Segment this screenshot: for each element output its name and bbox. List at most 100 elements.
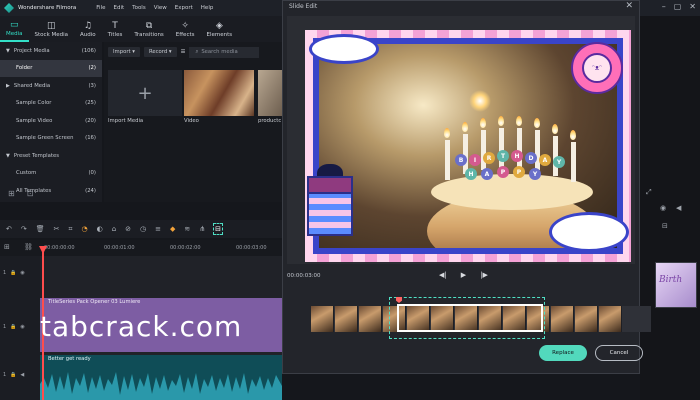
speaker-icon[interactable]: ◀: [20, 372, 24, 378]
menu-file[interactable]: File: [96, 5, 105, 11]
sidebar-item-sample-color[interactable]: Sample Color (25): [0, 95, 102, 113]
minimize-icon[interactable]: –: [662, 2, 666, 11]
import-media-tile[interactable]: +: [108, 70, 182, 116]
close-icon[interactable]: ✕: [625, 1, 633, 11]
media-sidebar: ▼ Project Media (106) Folder (2) ▶ Share…: [0, 42, 102, 202]
flower-sticker: ᵔᴥᵔ: [571, 42, 623, 94]
adjust-icon[interactable]: ≡: [155, 225, 161, 233]
trim-selection[interactable]: [397, 304, 543, 332]
letter-ball: Y: [553, 156, 565, 168]
sidebar-item-shared-media[interactable]: ▶ Shared Media (3): [0, 77, 102, 95]
tab-audio[interactable]: ♫ Audio: [74, 16, 102, 42]
letter-ball: A: [481, 168, 493, 180]
effects-icon: ✧: [181, 20, 189, 31]
tab-media[interactable]: ▭ Media: [0, 16, 29, 42]
volume-icon[interactable]: ◀: [676, 204, 681, 212]
video-thumbnail[interactable]: [184, 70, 254, 116]
letter-ball: D: [525, 152, 537, 164]
menu-tools[interactable]: Tools: [132, 5, 146, 11]
tab-label: Stock Media: [34, 31, 69, 38]
keyframe-icon[interactable]: ◆: [170, 225, 175, 233]
tab-transitions[interactable]: ⧉ Transitions: [128, 16, 169, 42]
filmora-window: Wondershare Filmora File Edit Tools View…: [0, 0, 700, 400]
replace-button[interactable]: Replace: [539, 345, 587, 361]
sidebar-item-folder[interactable]: Folder (2): [0, 59, 102, 77]
split-audio-icon[interactable]: ⋔: [199, 225, 205, 233]
redo-icon[interactable]: ↷: [21, 225, 27, 233]
folder-icon[interactable]: ⊡: [27, 189, 34, 198]
film-frame: [599, 306, 622, 332]
edit-template-icon[interactable]: ⊟: [213, 223, 223, 235]
watermark-text: tabcrack.com: [40, 310, 243, 343]
add-track-icon[interactable]: ⊞: [4, 243, 10, 251]
audio-adjust-icon[interactable]: ≋: [184, 225, 190, 233]
link-icon[interactable]: ⛓: [24, 243, 33, 251]
sidebar-item-label: Folder: [16, 65, 33, 72]
sidebar-item-count: (106): [81, 47, 96, 54]
product-thumbnail[interactable]: [258, 70, 282, 116]
menu-view[interactable]: View: [154, 5, 167, 11]
letter-ball: T: [497, 150, 509, 162]
search-input[interactable]: ⌕ Search media: [189, 46, 260, 58]
chevron-down-icon: ▼: [6, 47, 10, 54]
undo-icon[interactable]: ↶: [6, 225, 12, 233]
cut-icon[interactable]: ✂: [54, 225, 60, 233]
slide-preview[interactable]: B I R T H D A Y H A P P Y ᵔᴥᵔ: [287, 16, 635, 264]
folder-icon: ▭: [10, 19, 19, 30]
record-dropdown[interactable]: Record ▾: [143, 47, 177, 57]
motion-icon[interactable]: ⊘: [125, 225, 131, 233]
close-window-icon[interactable]: ✕: [689, 2, 696, 11]
cancel-button[interactable]: Cancel: [595, 345, 643, 361]
search-placeholder: Search media: [201, 49, 238, 55]
crop-icon[interactable]: ⌗: [69, 225, 73, 234]
sidebar-item-count: (3): [88, 82, 96, 89]
letter-ball: H: [511, 150, 523, 162]
fullscreen-icon[interactable]: ⤢: [646, 188, 652, 197]
next-frame-icon[interactable]: |▶: [480, 271, 488, 279]
sidebar-item-custom[interactable]: Custom (0): [0, 165, 102, 183]
flame: [570, 130, 576, 140]
zoom-out-icon[interactable]: ⊟: [662, 222, 668, 230]
plus-icon: +: [137, 82, 153, 104]
lock-icon[interactable]: 🔒: [10, 270, 16, 276]
app-title: Wondershare Filmora: [18, 5, 77, 11]
menu-edit[interactable]: Edit: [114, 5, 125, 11]
sidebar-item-sample-green-screen[interactable]: Sample Green Screen (16): [0, 130, 102, 148]
stock-icon: ◫: [47, 20, 56, 31]
menu-export[interactable]: Export: [175, 5, 193, 11]
speed-icon[interactable]: ◔: [81, 225, 87, 233]
sidebar-item-sample-video[interactable]: Sample Video (20): [0, 112, 102, 130]
sidebar-item-preset-templates[interactable]: ▼ Preset Templates: [0, 147, 102, 165]
filter-icon[interactable]: ☰: [181, 49, 186, 55]
color-icon[interactable]: ◐: [97, 225, 103, 233]
tab-stock-media[interactable]: ◫ Stock Media: [29, 16, 75, 42]
lock-icon[interactable]: 🔒: [10, 324, 16, 330]
timer-icon[interactable]: ◷: [140, 225, 146, 233]
birthday-thumbnail[interactable]: Birth: [655, 262, 697, 308]
import-dropdown[interactable]: Import ▾: [108, 47, 140, 57]
tab-elements[interactable]: ◈ Elements: [201, 16, 239, 42]
tab-effects[interactable]: ✧ Effects: [170, 16, 201, 42]
tab-titles[interactable]: T Titles: [102, 16, 129, 42]
sidebar-item-project-media[interactable]: ▼ Project Media (106): [0, 42, 102, 60]
new-folder-icon[interactable]: ⊞: [8, 189, 15, 198]
track-number: 1: [3, 372, 7, 378]
prev-frame-icon[interactable]: ◀|: [439, 271, 447, 279]
sidebar-item-label: Custom: [16, 170, 37, 177]
snapshot-icon[interactable]: ◉: [660, 204, 666, 212]
candle: [571, 142, 576, 182]
eye-icon[interactable]: ◉: [20, 324, 24, 330]
eye-icon[interactable]: ◉: [20, 270, 24, 276]
delete-icon[interactable]: 🗑: [36, 225, 45, 233]
maximize-icon[interactable]: ▢: [674, 2, 682, 11]
sidebar-item-label: Project Media: [13, 47, 50, 54]
play-icon[interactable]: ▶: [461, 271, 466, 279]
video-clip-label: TitleSeries Pack Opener 03 Lumiere: [48, 299, 141, 305]
text-icon: T: [112, 20, 118, 31]
sparkler-icon: [469, 90, 491, 112]
green-screen-icon[interactable]: ⌂: [112, 225, 116, 233]
preview-panel-right: ⤢ ◉ ◀ ⊟: [640, 16, 700, 400]
lock-icon[interactable]: 🔒: [10, 372, 16, 378]
candle: [517, 128, 522, 168]
menu-help[interactable]: Help: [201, 5, 214, 11]
